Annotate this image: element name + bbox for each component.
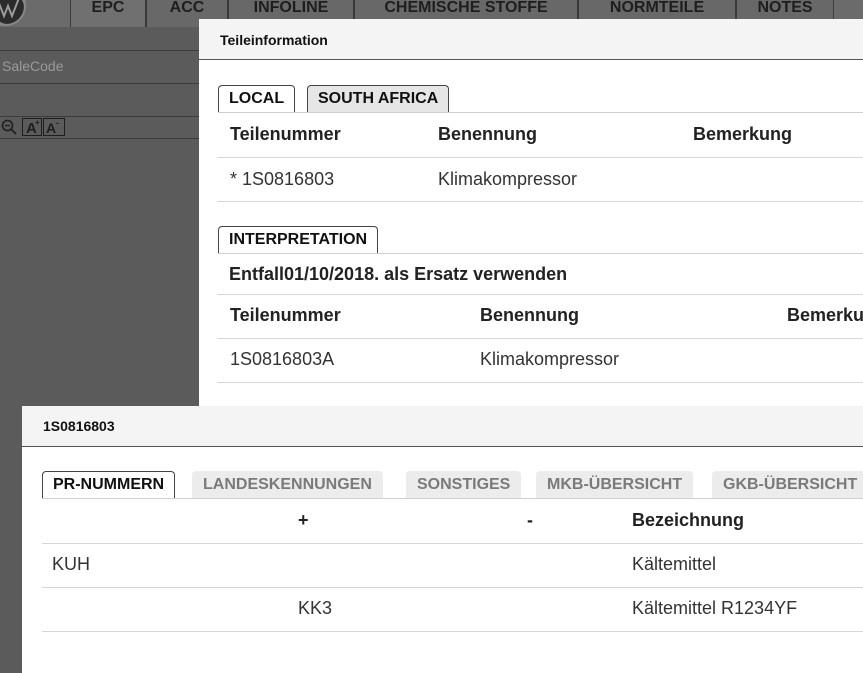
divider bbox=[42, 631, 863, 632]
tab-landeskennungen[interactable]: LANDESKENNUNGEN bbox=[192, 471, 383, 498]
tab-local[interactable]: LOCAL bbox=[218, 85, 296, 112]
font-increase-icon[interactable]: A + bbox=[22, 118, 42, 139]
divider bbox=[218, 338, 863, 339]
column-header-benennung: Benennung bbox=[480, 305, 579, 325]
divider bbox=[42, 543, 863, 544]
cell-bezeichnung: Kältemittel R1234YF bbox=[632, 598, 798, 618]
divider bbox=[218, 201, 863, 202]
divider bbox=[218, 112, 863, 113]
cell-benennung: Klimakompressor bbox=[480, 349, 620, 369]
column-header-minus: - bbox=[527, 510, 533, 530]
divider bbox=[42, 587, 863, 588]
divider bbox=[42, 498, 863, 499]
dialog-header bbox=[22, 406, 863, 447]
svg-text:A: A bbox=[46, 120, 56, 136]
column-header-teilenummer: Teilenummer bbox=[230, 305, 341, 325]
salecode-placeholder: SaleCode bbox=[2, 58, 64, 74]
cell-benennung: Klimakompressor bbox=[438, 169, 578, 189]
part-detail-dialog: 1S0816803 PR-NUMMERN LANDESKENNUNGEN SON… bbox=[22, 406, 863, 673]
tab-epc[interactable]: EPC bbox=[70, 0, 146, 27]
tab-mkb-uebersicht[interactable]: MKB-ÜBERSICHT bbox=[536, 471, 694, 498]
tab-sonstiges[interactable]: SONSTIGES bbox=[406, 471, 522, 498]
column-header-bemerkung: Bemerkung bbox=[693, 124, 793, 144]
teileinformation-dialog: Teileinformation LOCAL SOUTH AFRICA Teil… bbox=[199, 19, 863, 409]
cell-teilenummer[interactable]: 1S0816803A bbox=[230, 349, 334, 370]
svg-text:+: + bbox=[35, 118, 40, 127]
tab-pr-nummern[interactable]: PR-NUMMERN bbox=[42, 471, 176, 498]
dialog-title: 1S0816803 bbox=[43, 418, 115, 434]
column-header-bezeichnung: Bezeichnung bbox=[632, 510, 745, 530]
tab-south-africa[interactable]: SOUTH AFRICA bbox=[307, 85, 450, 112]
zoom-out-icon[interactable] bbox=[1, 119, 17, 138]
cell-plus: KK3 bbox=[298, 598, 333, 618]
column-header-bemerkung: Bemerku bbox=[787, 305, 863, 325]
column-header-benennung: Benennung bbox=[438, 124, 537, 144]
divider bbox=[218, 294, 863, 295]
font-decrease-icon[interactable]: A- bbox=[43, 118, 65, 139]
column-header-plus: + bbox=[298, 510, 309, 530]
cell-bezeichnung: Kältemittel bbox=[632, 554, 717, 574]
tab-gkb-uebersicht[interactable]: GKB-ÜBERSICHT bbox=[712, 471, 863, 498]
divider bbox=[218, 253, 863, 254]
divider bbox=[218, 157, 863, 158]
svg-text:-: - bbox=[56, 118, 59, 128]
dialog-title: Teileinformation bbox=[220, 32, 328, 48]
column-header-teilenummer: Teilenummer bbox=[230, 124, 341, 144]
cell-teilenummer[interactable]: * 1S0816803 bbox=[230, 169, 334, 190]
divider bbox=[218, 382, 863, 383]
interpretation-note: Entfall01/10/2018. als Ersatz verwenden bbox=[229, 264, 568, 284]
tab-interpretation[interactable]: INTERPRETATION bbox=[218, 226, 379, 253]
cell-pr-code: KUH bbox=[52, 554, 91, 574]
